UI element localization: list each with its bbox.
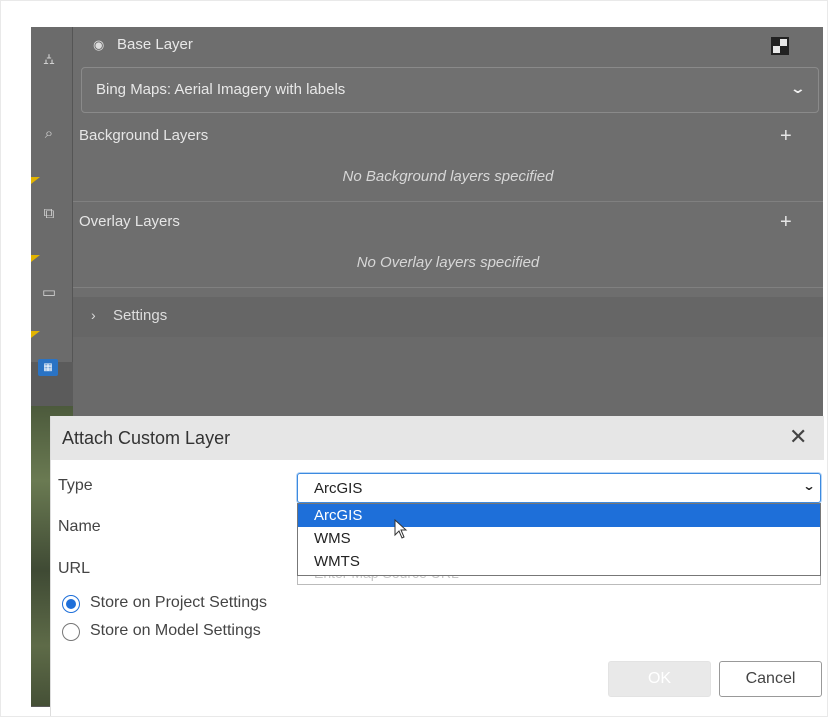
- left-toolbar: ⛼ ⌕ ⧉ ▭: [31, 27, 73, 362]
- attach-custom-layer-dialog: Attach Custom Layer ✕ Type Name URL Ente…: [50, 416, 824, 716]
- map-marker-icon: [31, 331, 40, 338]
- base-layer-label: Base Layer: [117, 36, 193, 53]
- comment-icon[interactable]: ▭: [31, 283, 67, 301]
- layer-panel: ◉ Base Layer Bing Maps: Aerial Imagery w…: [73, 27, 823, 417]
- add-overlay-layer-button[interactable]: +: [780, 211, 792, 234]
- settings-section[interactable]: › Settings: [73, 297, 823, 337]
- base-layer-select-value: Bing Maps: Aerial Imagery with labels: [96, 81, 346, 98]
- chevron-down-icon: ⌄: [802, 479, 816, 493]
- map-badge-icon[interactable]: ▦: [38, 359, 58, 376]
- background-empty-message: No Background layers specified: [342, 168, 554, 185]
- type-option-arcgis[interactable]: ArcGIS: [298, 504, 820, 527]
- type-options-list: ArcGIS WMS WMTS: [297, 503, 821, 576]
- eye-icon[interactable]: ◉: [93, 37, 104, 53]
- map-marker-icon: [31, 255, 40, 262]
- grid-toggle-icon[interactable]: [771, 37, 789, 55]
- settings-label: Settings: [113, 307, 168, 324]
- chevron-right-icon: ›: [91, 307, 96, 323]
- store-model-label: Store on Model Settings: [90, 622, 261, 639]
- dialog-header: Attach Custom Layer ✕: [51, 416, 824, 460]
- ok-button[interactable]: OK: [608, 661, 711, 697]
- background-layers-title: Background Layers: [79, 127, 209, 144]
- chevron-down-icon: ⌄: [789, 80, 807, 96]
- name-label: Name: [58, 518, 101, 535]
- type-label: Type: [58, 477, 93, 494]
- url-label: URL: [58, 560, 91, 577]
- overlay-layers-title: Overlay Layers: [79, 213, 180, 230]
- shapes-icon[interactable]: ⧉: [31, 205, 67, 222]
- type-option-wmts[interactable]: WMTS: [298, 550, 820, 573]
- map-marker-icon: [31, 177, 40, 184]
- store-project-label: Store on Project Settings: [90, 594, 267, 611]
- overlay-empty-message: No Overlay layers specified: [356, 254, 540, 271]
- base-layer-header: ◉ Base Layer: [73, 27, 823, 65]
- type-select-value: ArcGIS: [314, 480, 363, 497]
- close-icon[interactable]: ✕: [789, 424, 807, 450]
- add-background-layer-button[interactable]: +: [780, 125, 792, 148]
- app-frame: ⛼ ⌕ ⧉ ▭ ▦ ◉ Base Layer Bing Maps: Aerial…: [0, 0, 828, 717]
- divider: [73, 201, 823, 202]
- tree-icon[interactable]: ⛼: [31, 51, 67, 70]
- radio-button[interactable]: [62, 623, 80, 641]
- dialog-title: Attach Custom Layer: [62, 428, 231, 448]
- type-option-wms[interactable]: WMS: [298, 527, 820, 550]
- cancel-button[interactable]: Cancel: [719, 661, 822, 697]
- mouse-cursor-icon: [394, 519, 408, 539]
- panel-lower-area: [73, 337, 823, 417]
- type-select[interactable]: ArcGIS ⌄: [297, 473, 821, 503]
- radio-button[interactable]: [62, 595, 80, 613]
- divider: [73, 287, 823, 288]
- base-layer-select[interactable]: Bing Maps: Aerial Imagery with labels ⌄: [81, 67, 819, 113]
- search-icon[interactable]: ⌕: [31, 125, 67, 142]
